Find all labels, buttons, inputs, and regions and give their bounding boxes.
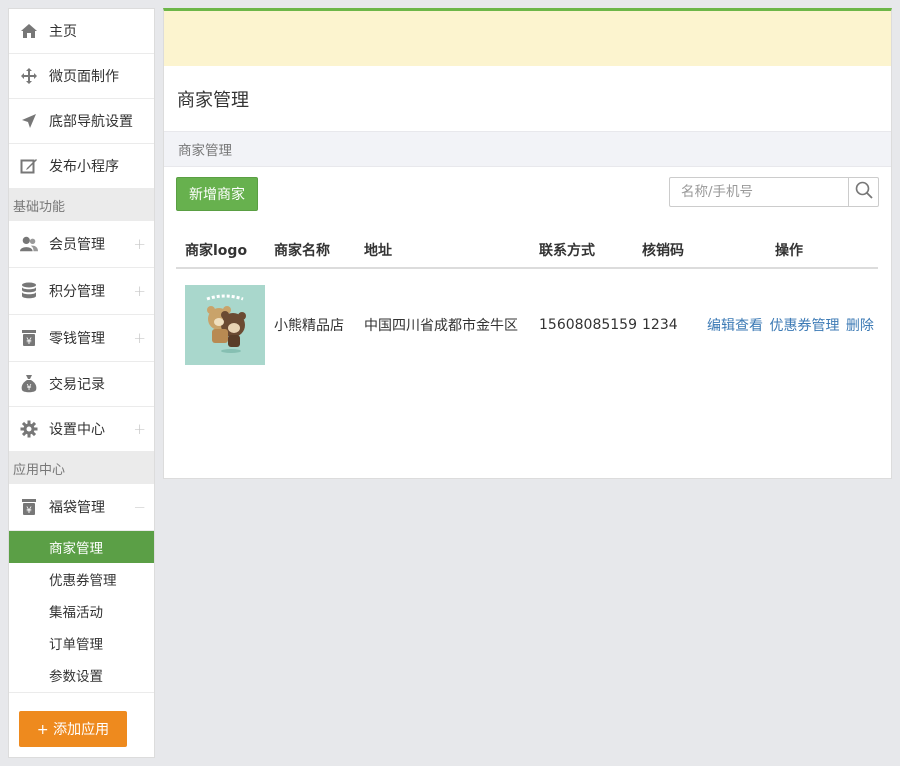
- nav-item-points[interactable]: 积分管理 +: [9, 268, 154, 315]
- money-bag-icon: ¥: [20, 375, 38, 393]
- svg-text:¥: ¥: [26, 337, 32, 347]
- merchant-address: 中国四川省成都市金牛区: [364, 317, 518, 334]
- table-row: 小熊精品店 中国四川省成都市金牛区 15608085159 1234 编辑查看 …: [176, 268, 878, 380]
- nav-item-transactions[interactable]: ¥ 交易记录: [9, 362, 154, 407]
- nav-item-publish[interactable]: 发布小程序: [9, 144, 154, 189]
- sub-item-merchants[interactable]: 商家管理: [9, 531, 154, 563]
- add-app-button[interactable]: + 添加应用: [19, 711, 127, 747]
- toolbar: 新增商家: [164, 167, 891, 225]
- expand-icon[interactable]: +: [133, 420, 146, 438]
- nav-item-settings[interactable]: 设置中心 +: [9, 407, 154, 452]
- gear-icon: [20, 420, 38, 438]
- nav-item-label: 积分管理: [49, 284, 105, 300]
- database-icon: [20, 282, 38, 300]
- sub-item-coupons[interactable]: 优惠券管理: [9, 563, 154, 595]
- header-address: 地址: [364, 233, 539, 269]
- expand-icon[interactable]: +: [133, 235, 146, 253]
- sidebar: 主页 微页面制作 底部导航设置 发布小程序 基础功能 会员管理 + 积分管理 +: [8, 8, 155, 758]
- nav-item-label: 会员管理: [49, 237, 105, 253]
- header-actions: 操作: [700, 233, 878, 269]
- nav-item-micro-page[interactable]: 微页面制作: [9, 54, 154, 99]
- move-icon: [20, 67, 38, 85]
- merchant-name: 小熊精品店: [274, 317, 344, 334]
- expand-icon[interactable]: +: [133, 329, 146, 347]
- delete-link[interactable]: 删除: [846, 318, 874, 334]
- search-box: [669, 177, 879, 207]
- section-title-basic: 基础功能: [9, 189, 154, 221]
- edit-view-link[interactable]: 编辑查看: [707, 318, 763, 334]
- notice-bar: [164, 11, 891, 66]
- breadcrumb: 商家管理: [164, 131, 891, 167]
- nav-item-label: 微页面制作: [49, 69, 119, 85]
- nav-item-members[interactable]: 会员管理 +: [9, 221, 154, 268]
- nav-item-label: 交易记录: [49, 377, 105, 393]
- nav-item-label: 福袋管理: [49, 500, 105, 516]
- merchant-logo-cell: [176, 268, 274, 380]
- svg-text:¥: ¥: [26, 383, 31, 392]
- header-code: 核销码: [642, 233, 700, 269]
- section-title-apps: 应用中心: [9, 452, 154, 484]
- search-icon: [855, 181, 873, 203]
- nav-item-bottom-nav[interactable]: 底部导航设置: [9, 99, 154, 144]
- header-name: 商家名称: [274, 233, 364, 269]
- edit-icon: [20, 157, 38, 175]
- yen-jar-icon: ¥: [20, 329, 38, 347]
- svg-text:¥: ¥: [26, 506, 32, 516]
- table-header-row: 商家logo 商家名称 地址 联系方式 核销码 操作: [176, 233, 878, 269]
- sub-item-collect-fortune[interactable]: 集福活动: [9, 595, 154, 627]
- header-contact: 联系方式: [539, 233, 642, 269]
- collapse-icon[interactable]: −: [133, 498, 146, 516]
- nav-item-label: 主页: [49, 24, 77, 40]
- nav-item-label: 底部导航设置: [49, 114, 133, 130]
- nav-item-change[interactable]: ¥ 零钱管理 +: [9, 315, 154, 362]
- coupon-manage-link[interactable]: 优惠券管理: [769, 318, 839, 334]
- merchant-code: 1234: [642, 316, 678, 333]
- expand-icon[interactable]: +: [133, 282, 146, 300]
- sub-item-orders[interactable]: 订单管理: [9, 627, 154, 659]
- nav-item-label: 发布小程序: [49, 159, 119, 175]
- yen-jar-icon: ¥: [20, 498, 38, 516]
- sub-item-params[interactable]: 参数设置: [9, 659, 154, 691]
- search-input[interactable]: [670, 178, 848, 206]
- merchant-actions: 编辑查看 优惠券管理 删除: [700, 268, 878, 380]
- nav-item-lucky-bag[interactable]: ¥ 福袋管理 −: [9, 484, 154, 531]
- header-logo: 商家logo: [176, 233, 274, 269]
- merchant-phone: 15608085159: [539, 316, 637, 333]
- merchant-table: 商家logo 商家名称 地址 联系方式 核销码 操作 小熊精品店 中国四川省成都…: [176, 233, 878, 380]
- search-button[interactable]: [848, 178, 878, 206]
- page-title: 商家管理: [177, 89, 249, 111]
- main-panel: 商家管理 商家管理 新增商家 商家logo 商家名称 地址 联系方式 核销码 操…: [163, 8, 892, 479]
- merchant-logo-image: [185, 284, 265, 365]
- submenu-lucky-bag: 商家管理 优惠券管理 集福活动 订单管理 参数设置: [9, 531, 154, 693]
- nav-item-label: 设置中心: [49, 422, 105, 438]
- add-merchant-button[interactable]: 新增商家: [176, 177, 258, 211]
- users-icon: [20, 235, 38, 253]
- home-icon: [20, 22, 38, 40]
- nav-item-label: 零钱管理: [49, 331, 105, 347]
- nav-item-home[interactable]: 主页: [9, 9, 154, 54]
- location-arrow-icon: [20, 112, 38, 130]
